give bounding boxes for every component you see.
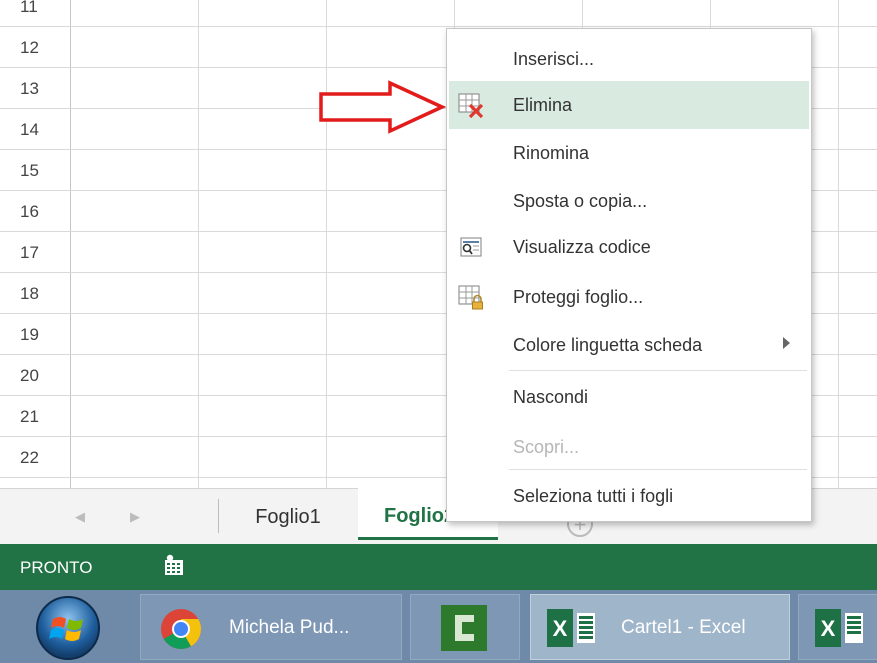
row-gridline [70,26,877,27]
row-header[interactable]: 23 [0,478,70,488]
scroll-right-icon[interactable]: ▶ [130,509,140,525]
view-code-icon [460,237,482,257]
taskbar-chrome-label: Michela Pud... [229,617,350,638]
menu-item-colore-linguetta[interactable]: Colore linguetta scheda [449,321,809,369]
excel-icon: X [815,609,863,647]
scroll-left-icon[interactable]: ◀ [75,509,85,525]
menu-item-label: Elimina [513,95,573,115]
menu-item-label: Seleziona tutti i fogli [513,486,674,506]
row-header[interactable]: 19 [0,314,70,355]
menu-item-label: Scopri... [513,437,580,457]
windows-start-icon[interactable] [28,593,108,661]
menu-item-scopri: Scopri... [449,423,809,471]
row-header[interactable]: 18 [0,273,70,314]
menu-item-inserisci[interactable]: Inserisci... [449,35,809,83]
menu-separator [509,370,807,371]
sheet-context-menu: Inserisci... Elimina Rinomina Sposta o c… [446,28,812,522]
column-gridline [326,0,327,488]
taskbar-camtasia-button[interactable] [410,594,520,660]
taskbar-excel-label: Cartel1 - Excel [621,617,746,638]
svg-text:X: X [553,616,568,641]
menu-item-seleziona-tutti[interactable]: Seleziona tutti i fogli [449,472,809,520]
delete-sheet-icon [458,93,484,119]
submenu-arrow-icon [783,337,790,349]
row-header[interactable]: 16 [0,191,70,232]
row-header[interactable]: 17 [0,232,70,273]
macro-record-icon[interactable] [163,554,185,576]
menu-item-proteggi-foglio[interactable]: Proteggi foglio... [449,273,809,321]
menu-item-visualizza-codice[interactable]: Visualizza codice [449,223,809,271]
menu-item-nascondi[interactable]: Nascondi [449,373,809,421]
chrome-icon [161,609,201,649]
menu-item-rinomina[interactable]: Rinomina [449,129,809,177]
row-header[interactable]: 20 [0,355,70,396]
menu-item-label: Proteggi foglio... [513,287,644,307]
taskbar-excel-button[interactable]: X Cartel1 - Excel [530,594,790,660]
menu-item-label: Sposta o copia... [513,191,648,211]
row-header-border [70,0,71,488]
excel-icon: X [547,609,595,647]
menu-item-label: Colore linguetta scheda [513,335,703,355]
status-text: PRONTO [20,558,93,577]
menu-separator [509,469,807,470]
taskbar-chrome-button[interactable]: Michela Pud... [140,594,402,660]
svg-text:X: X [821,616,836,641]
camtasia-icon [441,605,487,651]
red-annotation-arrow [319,80,446,134]
row-header[interactable]: 13 [0,68,70,109]
row-header[interactable]: 11 [0,0,70,27]
taskbar-excel-button-2[interactable]: X [798,594,877,660]
row-header[interactable]: 22 [0,437,70,478]
row-header[interactable]: 21 [0,396,70,437]
menu-item-sposta-o-copia[interactable]: Sposta o copia... [449,177,809,225]
status-bar: PRONTO [0,544,877,590]
row-header[interactable]: 14 [0,109,70,150]
menu-item-elimina[interactable]: Elimina [449,81,809,129]
row-header[interactable]: 12 [0,27,70,68]
protect-sheet-icon [458,285,483,310]
sheet-tab-foglio1[interactable]: Foglio1 [226,489,350,539]
menu-item-label: Nascondi [513,387,589,407]
column-gridline [838,0,839,488]
windows-taskbar: Michela Pud... X Cartel1 - Excel X [0,590,877,663]
row-header[interactable]: 15 [0,150,70,191]
tab-separator [218,499,219,533]
menu-item-label: Visualizza codice [513,237,651,257]
menu-item-label: Inserisci... [513,49,595,69]
column-gridline [198,0,199,488]
menu-item-label: Rinomina [513,143,590,163]
